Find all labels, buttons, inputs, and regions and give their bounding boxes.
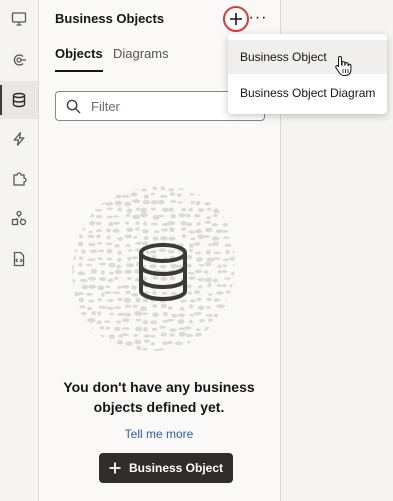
rail-item-business-objects[interactable]: [0, 81, 38, 119]
search-icon: [66, 99, 81, 114]
menu-item-business-object[interactable]: Business Object: [228, 40, 387, 74]
rail-item-source[interactable]: [0, 240, 38, 278]
rail-item-components[interactable]: [0, 160, 38, 198]
rail-item-events[interactable]: [0, 120, 38, 158]
empty-state-illustration: [72, 186, 235, 352]
empty-state-message: You don't have any business objects defi…: [49, 377, 269, 417]
database-icon: [12, 92, 26, 108]
tab-objects[interactable]: Objects: [55, 46, 103, 72]
rail-item-web-apps[interactable]: [0, 0, 38, 38]
rail-item-processes[interactable]: [0, 199, 38, 237]
create-business-object-button[interactable]: Business Object: [99, 453, 233, 483]
add-button[interactable]: [223, 6, 249, 32]
tell-me-more-link[interactable]: Tell me more: [49, 427, 269, 441]
add-menu: Business Object Business Object Diagram: [228, 34, 387, 114]
hand-cursor-icon: [335, 55, 352, 76]
source-file-icon: [13, 251, 25, 267]
activity-rail: [0, 0, 39, 501]
rail-item-service-connections[interactable]: [0, 41, 38, 79]
service-connections-icon: [13, 54, 26, 66]
panel-title: Business Objects: [55, 11, 165, 26]
more-options-button[interactable]: ···: [249, 8, 267, 28]
processes-icon: [11, 210, 27, 226]
desktop-icon: [11, 12, 27, 26]
tab-diagrams[interactable]: Diagrams: [113, 46, 169, 70]
plus-icon: [230, 13, 242, 25]
empty-state-line-1: You don't have any business: [63, 379, 255, 395]
menu-item-business-object-diagram[interactable]: Business Object Diagram: [228, 76, 387, 110]
components-icon: [13, 172, 27, 186]
create-business-object-label: Business Object: [128, 461, 224, 475]
plus-icon: [109, 462, 121, 474]
events-icon: [13, 132, 25, 146]
empty-state-line-2: objects defined yet.: [93, 399, 225, 415]
